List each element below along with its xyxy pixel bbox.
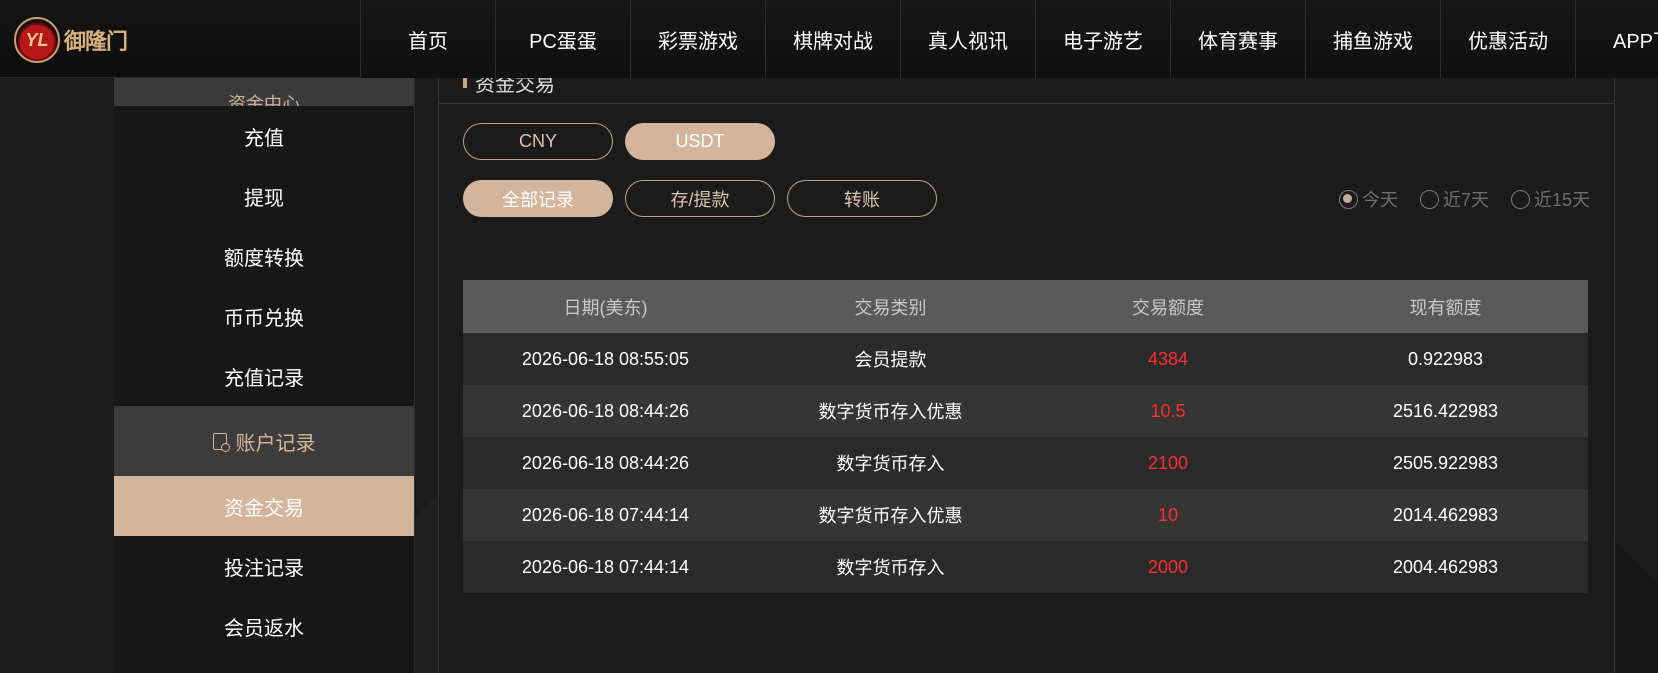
currency-tab-usdt[interactable]: USDT [625,123,775,160]
column-header-type: 交易类别 [854,297,927,318]
sidebar-item-deposit-history[interactable]: 充值记录 [114,346,414,406]
table-row: 2026-06-18 07:44:14 数字货币存入 2000 2004.462… [463,541,1588,593]
range-7days-radio[interactable]: 近7天 [1419,186,1489,212]
sidebar-group-label: 资金中心 [228,94,300,106]
transactions-panel: 资金交易 CNY USDT 全部记录 存/提款 转账 今天 近7天 近15天 日… [438,78,1615,673]
table-row: 2026-06-18 07:44:14 数字货币存入优惠 10 2014.462… [463,489,1588,541]
cell-type: 会员提款 [854,350,927,370]
cell-type: 数字货币存入 [836,558,945,578]
filter-tab-transfer[interactable]: 转账 [787,180,937,217]
nav-card-games[interactable]: 棋牌对战 [765,0,900,78]
cell-amount: 4384 [1147,348,1189,369]
date-range-selector: 今天 近7天 近15天 [1338,186,1590,212]
radio-selected-icon [1338,189,1358,209]
table-row: 2026-06-18 08:44:26 数字货币存入优惠 10.5 2516.4… [463,385,1588,437]
title-accent-bar [463,78,467,88]
range-label: 今天 [1361,190,1398,210]
nav-pc-egg[interactable]: PC蛋蛋 [495,0,630,78]
cell-amount: 10 [1157,504,1179,525]
sidebar-group-account-records[interactable]: 账户记录 [114,406,414,476]
cell-balance: 2014.462983 [1392,504,1499,525]
nav-lottery[interactable]: 彩票游戏 [630,0,765,78]
nav-app-download[interactable]: APP下 [1575,0,1658,78]
filter-tab-deposit-withdraw[interactable]: 存/提款 [625,180,775,217]
table-row: 2026-06-18 08:55:05 会员提款 4384 0.922983 [463,333,1588,385]
sidebar-item-transfer[interactable]: 额度转换 [114,226,414,286]
cell-balance: 2004.462983 [1392,556,1499,577]
sidebar-item-rebate[interactable]: 会员返水 [114,596,414,656]
cell-type: 数字货币存入优惠 [818,506,963,526]
range-label: 近7天 [1442,190,1489,210]
sidebar-item-bet-records[interactable]: 投注记录 [114,536,414,596]
logo-text: 御隆门 [64,29,128,55]
range-15days-radio[interactable]: 近15天 [1510,186,1590,212]
column-header-amount: 交易额度 [1132,297,1204,318]
cell-balance: 0.922983 [1407,348,1484,369]
cell-date: 2026-06-18 07:44:14 [521,556,690,577]
radio-empty-icon [1419,189,1439,209]
sidebar-item-fund-transactions[interactable]: 资金交易 [114,476,414,536]
filter-tab-all-records[interactable]: 全部记录 [463,180,613,217]
cell-date: 2026-06-18 08:44:26 [521,400,690,421]
site-logo[interactable]: YL 御隆门 [14,14,134,66]
record-icon [212,432,230,452]
table-body: 2026-06-18 08:55:05 会员提款 4384 0.922983 2… [463,333,1588,593]
sidebar-group-fund-center[interactable]: 资金中心 [114,78,414,106]
cell-date: 2026-06-18 08:44:26 [521,452,690,473]
sidebar-item-deposit[interactable]: 充值 [114,106,414,166]
cell-balance: 2505.922983 [1392,452,1499,473]
nav-slots[interactable]: 电子游艺 [1035,0,1170,78]
nav-sports[interactable]: 体育赛事 [1170,0,1305,78]
cell-amount: 2100 [1147,452,1189,473]
radio-empty-icon [1510,189,1530,209]
main-nav: 首页 PC蛋蛋 彩票游戏 棋牌对战 真人视讯 电子游艺 体育赛事 捕鱼游戏 优惠… [360,0,1658,78]
cell-amount: 2000 [1147,556,1189,577]
range-label: 近15天 [1533,190,1590,210]
table-header: 日期(美东) 交易类别 交易额度 现有额度 [463,280,1588,333]
nav-fishing[interactable]: 捕鱼游戏 [1305,0,1440,78]
cell-type: 数字货币存入优惠 [818,402,963,422]
nav-promotions[interactable]: 优惠活动 [1440,0,1575,78]
panel-header: 资金交易 [439,78,1614,104]
account-sidebar: 资金中心 充值 提现 额度转换 币币兑换 充值记录 账户记录 资金交易 投注记录… [114,78,415,673]
cell-balance: 2516.422983 [1392,400,1499,421]
nav-home[interactable]: 首页 [360,0,495,78]
sidebar-item-coin-exchange[interactable]: 币币兑换 [114,286,414,346]
logo-emblem-icon: YL [14,17,60,63]
column-header-balance: 现有额度 [1409,297,1482,318]
cell-type: 数字货币存入 [836,454,945,474]
sidebar-group-label: 账户记录 [235,432,316,455]
panel-title: 资金交易 [475,78,555,96]
transactions-table: 日期(美东) 交易类别 交易额度 现有额度 2026-06-18 08:55:0… [463,280,1588,593]
range-today-radio[interactable]: 今天 [1338,186,1398,212]
sidebar-item-withdraw[interactable]: 提现 [114,166,414,226]
top-navigation-bar: YL 御隆门 首页 PC蛋蛋 彩票游戏 棋牌对战 真人视讯 电子游艺 体育赛事 … [0,0,1658,78]
nav-live-casino[interactable]: 真人视讯 [900,0,1035,78]
currency-tab-cny[interactable]: CNY [463,123,613,160]
column-header-date: 日期(美东) [563,297,648,318]
cell-date: 2026-06-18 08:55:05 [521,348,690,369]
table-row: 2026-06-18 08:44:26 数字货币存入 2100 2505.922… [463,437,1588,489]
cell-amount: 10.5 [1150,400,1186,421]
cell-date: 2026-06-18 07:44:14 [521,504,690,525]
